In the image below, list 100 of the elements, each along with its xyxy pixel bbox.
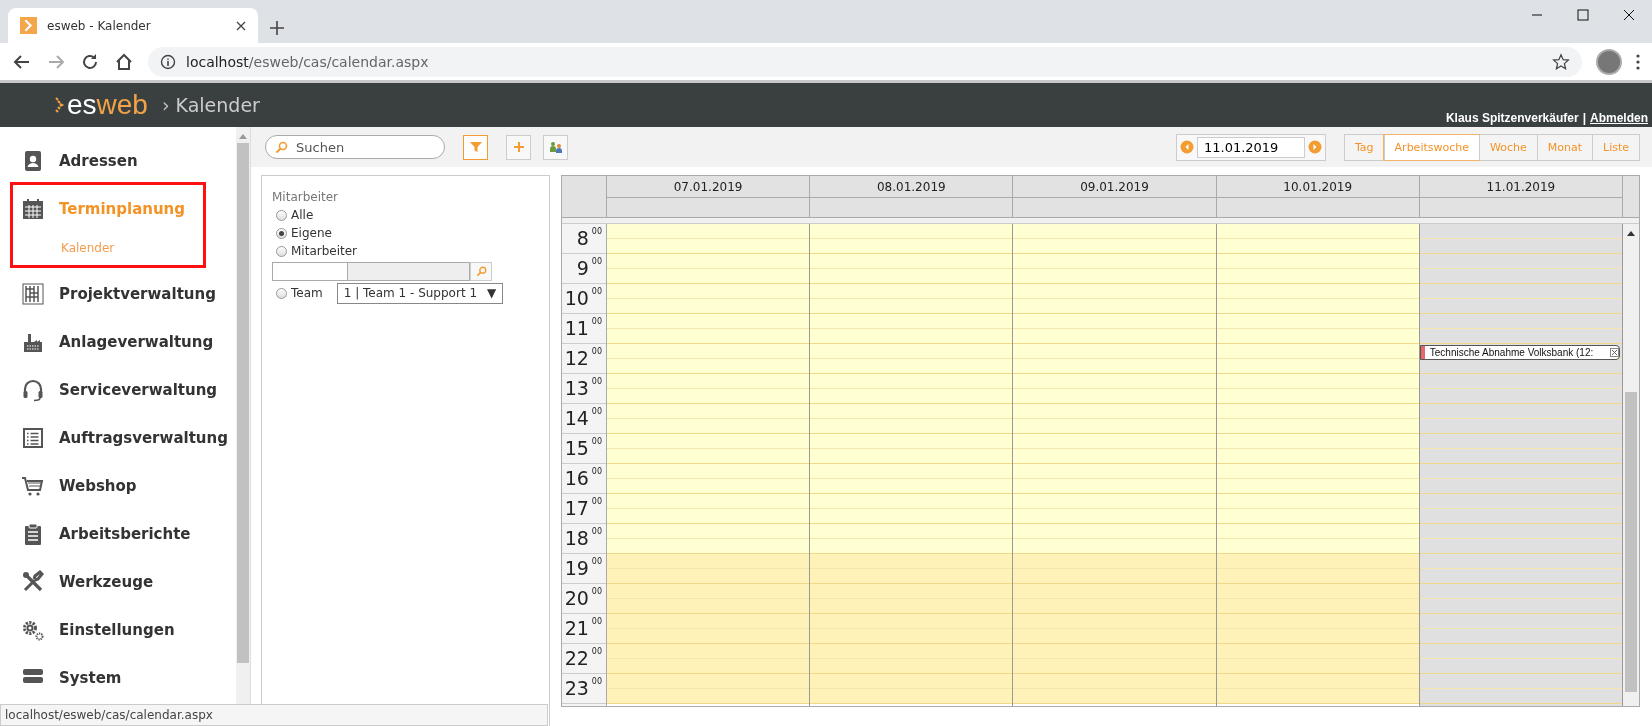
minute-label: 00 <box>591 526 602 538</box>
new-tab-icon[interactable] <box>270 21 284 35</box>
radio-label: Alle <box>291 208 314 222</box>
radio-button[interactable] <box>276 227 287 239</box>
close-tab-icon[interactable] <box>236 20 246 31</box>
day-header: 08.01.2019 <box>810 176 1013 198</box>
radio-label: Eigene <box>291 226 332 240</box>
day-column[interactable] <box>810 224 1014 706</box>
minute-label: 00 <box>591 466 602 478</box>
people-tool-button[interactable] <box>543 134 568 160</box>
filter-button[interactable] <box>463 134 488 160</box>
sidebar-item[interactable]: Werkzeuge <box>59 573 154 591</box>
radio-button[interactable] <box>276 287 287 299</box>
hour-label: 19 <box>564 556 589 581</box>
star-icon[interactable] <box>1552 52 1570 71</box>
search-field[interactable]: Suchen <box>265 135 445 159</box>
hour-label: 10 <box>564 286 589 311</box>
day-column[interactable] <box>607 224 811 706</box>
tab-title: esweb - Kalender <box>47 18 152 33</box>
radio-button[interactable] <box>276 209 287 221</box>
sidebar-item[interactable]: Adressen <box>59 152 138 170</box>
close-icon[interactable] <box>1610 348 1619 357</box>
home-icon[interactable] <box>114 51 134 72</box>
people-icon <box>548 140 563 154</box>
day-column[interactable]: Technische Abnahme Volksbank (12: <box>1419 224 1623 706</box>
hour-label: 13 <box>564 376 589 401</box>
user-name: Klaus Spitzenverkäufer <box>1445 111 1579 125</box>
sidebar-item[interactable]: Auftragsverwaltung <box>59 429 228 447</box>
minute-label: 00 <box>591 256 602 268</box>
minute-label: 00 <box>591 286 602 298</box>
browser-tab[interactable]: esweb - Kalender <box>8 8 258 43</box>
radio-label: Team <box>291 286 323 300</box>
breadcrumb-separator: › <box>161 94 170 116</box>
employee-id-field[interactable] <box>272 262 348 281</box>
lookup-button[interactable] <box>470 262 492 281</box>
minute-label: 00 <box>591 586 602 598</box>
hour-label: 8 <box>576 226 589 251</box>
minute-label: 00 <box>591 406 602 418</box>
address-bar[interactable]: localhost/esweb/cas/calendar.aspx <box>148 46 1582 77</box>
next-icon[interactable] <box>1307 140 1322 154</box>
add-button[interactable] <box>506 134 531 160</box>
list-icon <box>21 426 45 450</box>
info-icon[interactable] <box>160 53 176 70</box>
minute-label: 00 <box>591 226 602 238</box>
menu-icon[interactable] <box>1636 53 1640 70</box>
hour-label: 21 <box>564 616 589 641</box>
sidebar-scrollbar[interactable] <box>236 127 250 704</box>
gantt-chart-icon <box>21 282 45 306</box>
gears-icon <box>21 618 45 642</box>
sidebar-item[interactable]: Webshop <box>59 477 137 495</box>
profile-avatar[interactable] <box>1596 48 1622 75</box>
hour-label: 22 <box>564 646 589 671</box>
hour-label: 20 <box>564 586 589 611</box>
hour-label: 23 <box>564 676 589 701</box>
minute-label: 00 <box>591 556 602 568</box>
minute-label: 00 <box>591 676 602 688</box>
page-title: Kalender <box>175 94 260 116</box>
minute-label: 00 <box>591 646 602 658</box>
hour-label: 12 <box>564 346 589 371</box>
date-field[interactable]: 11.01.2019 <box>1196 136 1305 158</box>
minute-label: 00 <box>591 376 602 388</box>
calendar-event[interactable]: Technische Abnahme Volksbank (12: <box>1419 345 1620 360</box>
hour-label: 9 <box>576 256 589 281</box>
day-column[interactable] <box>1216 224 1420 706</box>
plus-icon <box>511 140 526 154</box>
sidebar-item[interactable]: Arbeitsberichte <box>59 525 191 543</box>
day-header: 11.01.2019 <box>1419 176 1622 198</box>
minute-label: 00 <box>591 346 602 358</box>
calendar-scrollbar[interactable] <box>1623 224 1639 706</box>
app-favicon-icon <box>20 17 37 34</box>
minute-label: 00 <box>591 436 602 448</box>
sidebar-item[interactable]: Einstellungen <box>59 621 175 639</box>
shopping-cart-icon <box>21 474 45 498</box>
sidebar-item[interactable]: System <box>59 669 122 687</box>
day-header: 07.01.2019 <box>607 176 810 198</box>
status-bar-url: localhost/esweb/cas/calendar.aspx <box>0 704 548 726</box>
hour-label: 11 <box>564 316 589 341</box>
hour-label: 14 <box>564 406 589 431</box>
scroll-up-icon[interactable] <box>1627 230 1635 236</box>
day-header: 09.01.2019 <box>1013 176 1216 198</box>
team-dropdown[interactable]: 1 | Team 1 - Support 1 ▼ <box>336 282 504 304</box>
sidebar-item[interactable]: Anlageverwaltung <box>59 333 214 351</box>
day-column[interactable] <box>1013 224 1217 706</box>
hour-label: 18 <box>564 526 589 551</box>
tools-icon <box>21 570 45 594</box>
headset-icon <box>21 378 45 402</box>
hour-label: 15 <box>564 436 589 461</box>
minute-label: 00 <box>591 316 602 328</box>
radio-button[interactable] <box>276 245 287 257</box>
sidebar-item[interactable]: Projektverwaltung <box>59 285 216 303</box>
previous-icon[interactable] <box>1179 140 1194 154</box>
filter-icon <box>468 140 483 154</box>
calendar-icon <box>21 197 45 221</box>
day-header: 10.01.2019 <box>1216 176 1419 198</box>
minute-label: 00 <box>591 496 602 508</box>
sidebar-item[interactable]: Serviceverwaltung <box>59 381 218 399</box>
logout-link[interactable]: Abmelden <box>1590 111 1648 125</box>
divider-text: | <box>1582 111 1586 125</box>
hour-label: 17 <box>564 496 589 521</box>
search-icon <box>475 266 487 277</box>
